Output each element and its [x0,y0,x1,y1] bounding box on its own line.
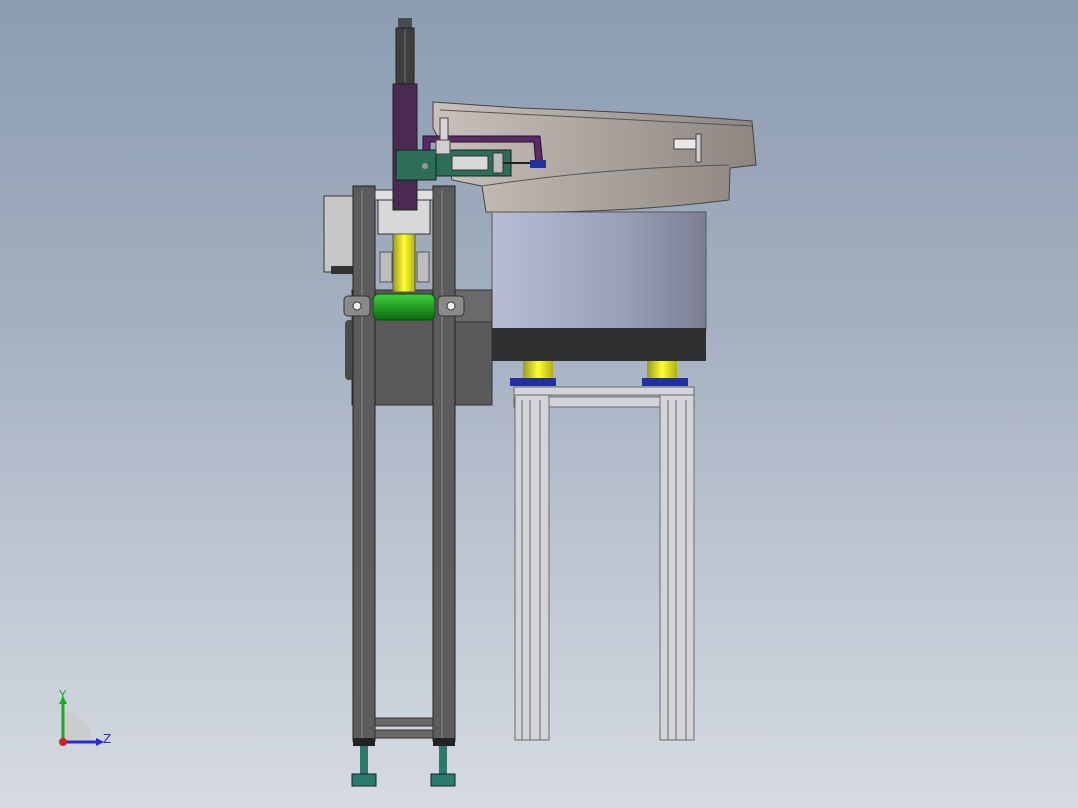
bowl-stand[interactable] [513,386,695,741]
x-axis-dot [59,738,67,746]
feed-roller [372,293,436,321]
bowl-base [492,328,706,361]
main-frame[interactable] [323,185,493,787]
leveling-foot-left-pad [351,773,377,787]
cad-model[interactable] [0,0,1078,808]
frame-crossbar-bottom [374,717,434,727]
bowl-foot-right [647,361,677,379]
graphics-viewport[interactable]: Y Z [0,0,1078,808]
cylinder-bracket-left [379,251,393,283]
stand-leg-right [659,394,695,741]
actuator-body [392,83,418,211]
bowl-mount-left [510,378,556,386]
bowl-mount-right [642,378,688,386]
frame-crossbar-bottom-2 [374,729,434,739]
y-axis-label: Y [59,688,67,702]
frame-post-left [352,185,376,742]
triad-plane [63,712,93,742]
cylinder-bracket-right [416,251,430,283]
slider-block [395,149,437,181]
bowl-body [491,211,707,330]
stand-leg-left [514,394,550,741]
actuator-cap [398,18,412,28]
frame-post-right [432,185,456,742]
z-axis-label: Z [103,732,112,746]
leveling-foot-right-pad [430,773,456,787]
control-box-base [331,266,353,274]
bowl-track-plate [695,133,702,163]
stand-top-rail [513,386,695,396]
bowl-foot-left [523,361,553,379]
lift-cylinder [392,233,416,293]
